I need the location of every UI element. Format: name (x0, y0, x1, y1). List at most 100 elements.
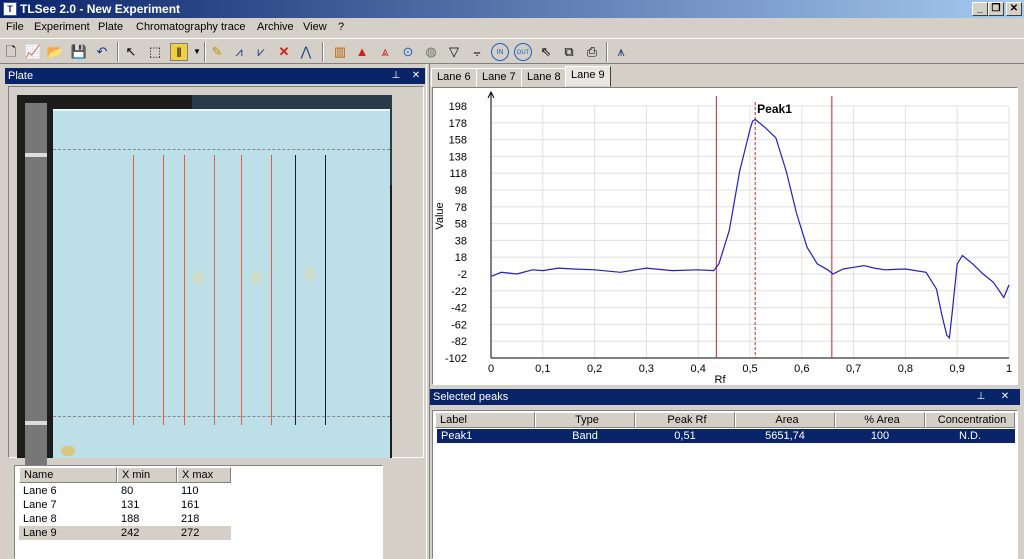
circle-icon[interactable]: ◍ (422, 43, 440, 61)
table-row[interactable]: Lane 8 (19, 512, 117, 526)
zoom-out-icon[interactable]: OUT (514, 43, 532, 61)
y-tick-label: 58 (455, 219, 467, 231)
close-window-button[interactable]: ✕ (1006, 2, 1022, 16)
table-cell[interactable]: 161 (177, 498, 231, 512)
vertical-splitter[interactable] (426, 64, 430, 559)
filter-icon[interactable]: ▽ (445, 43, 463, 61)
table-cell[interactable]: 110 (177, 484, 231, 498)
col-header-type[interactable]: Type (535, 412, 635, 428)
col-header-area[interactable]: Area (735, 412, 835, 428)
pointer-icon[interactable]: ⇖ (537, 43, 555, 61)
lane-boundary-selected[interactable] (325, 155, 326, 425)
table-cell[interactable]: 80 (117, 484, 177, 498)
col-header-xmax[interactable]: X max (177, 467, 231, 483)
table-row[interactable]: Lane 7 (19, 498, 117, 512)
col-header-xmin[interactable]: X min (117, 467, 177, 483)
tab-lane-9[interactable]: Lane 9 (565, 66, 611, 87)
toolbar: 🗋 📈 📂 💾 ↶ ↖ ⬚ ‖ ▼ ✎ ⩘ ⩗ ✕ ⋀ ▥ ▲ ⩓ ⊙ ◍ ▽ … (0, 38, 1024, 64)
zoom-icon[interactable]: ⊙ (399, 43, 417, 61)
print-icon[interactable]: ⎙ (583, 43, 601, 61)
x-tick-label: 1 (1006, 363, 1012, 375)
peaks-red-icon[interactable]: ⩓ (376, 43, 394, 61)
col-header-peak-rf[interactable]: Peak Rf (635, 412, 735, 428)
peak-shape-icon[interactable]: ⋀ (297, 43, 315, 61)
close-icon[interactable]: ✕ (409, 68, 423, 84)
pencil-icon[interactable]: ✎ (208, 43, 226, 61)
chart-icon[interactable]: 📈 (24, 43, 42, 61)
peak-pct-cell[interactable]: 100 (835, 429, 925, 443)
bottom-handle[interactable] (25, 421, 47, 425)
zoom-in-icon[interactable]: IN (491, 43, 509, 61)
title-bar: T TLSee 2.0 - New Experiment _ ❐ ✕ (0, 0, 1024, 18)
menu-archive[interactable]: Archive (257, 21, 294, 33)
close-icon[interactable]: ✕ (998, 389, 1012, 405)
tab-lane-7[interactable]: Lane 7 (476, 68, 522, 87)
lane-boundary[interactable] (163, 155, 164, 425)
peak-area-cell[interactable]: 5651,74 (735, 429, 835, 443)
lane-boundary[interactable] (133, 155, 134, 425)
menu-chromatography-trace[interactable]: Chromatography trace (136, 21, 245, 33)
peaks-panel-header: Selected peaks ⊥ ✕ (430, 389, 1020, 405)
copy-icon[interactable]: ⧉ (560, 43, 578, 61)
select-arrow-icon[interactable]: ↖ (122, 43, 140, 61)
plate-slider-track[interactable] (25, 103, 47, 466)
new-file-icon[interactable]: 🗋 (2, 43, 20, 61)
tab-lane-8[interactable]: Lane 8 (521, 68, 567, 87)
front-line[interactable] (53, 416, 390, 417)
y-tick-label: 38 (455, 235, 467, 247)
table-cell[interactable]: 218 (177, 512, 231, 526)
open-folder-icon[interactable]: 📂 (46, 43, 64, 61)
delete-icon[interactable]: ✕ (275, 43, 293, 61)
chart-svg[interactable]: 198 178 158 138 118 98 78 58 38 18 -2 -22 -42 -62 -82 -… (433, 88, 1017, 386)
table-cell[interactable]: 131 (117, 498, 177, 512)
spectrum-icon[interactable]: ⩚ (612, 43, 630, 61)
peak-right-icon[interactable]: ⩗ (252, 43, 270, 61)
restore-button[interactable]: ❐ (988, 2, 1004, 16)
chromatogram-chart[interactable]: 198 178 158 138 118 98 78 58 38 18 -2 -22 -42 -62 -82 -… (432, 87, 1018, 386)
tlc-plate (53, 109, 390, 458)
peak-conc-cell[interactable]: N.D. (925, 429, 1015, 443)
peak-rf-cell[interactable]: 0,51 (635, 429, 735, 443)
origin-line[interactable] (53, 149, 390, 150)
undo-icon[interactable]: ↶ (93, 43, 111, 61)
lane-boundary[interactable] (271, 155, 272, 425)
lane-boundary[interactable] (214, 155, 215, 425)
peak-red-icon[interactable]: ▲ (353, 43, 371, 61)
table-cell[interactable]: 188 (117, 512, 177, 526)
menu-plate[interactable]: Plate (98, 21, 123, 33)
table-row-selected[interactable]: Peak1 Band 0,51 5651,74 100 N.D. (437, 429, 1015, 443)
save-icon[interactable]: 💾 (70, 43, 88, 61)
pin-icon[interactable]: ⊥ (974, 389, 988, 405)
plate-image (17, 95, 392, 466)
bar-chart-icon[interactable]: ▥ (331, 43, 349, 61)
menu-file[interactable]: File (6, 21, 24, 33)
lanes-icon[interactable]: ‖ (170, 43, 188, 61)
peak-type-cell[interactable]: Band (535, 429, 635, 443)
col-header-label[interactable]: Label (435, 412, 535, 428)
pin-icon[interactable]: ⊥ (389, 68, 403, 84)
plate-view[interactable] (8, 86, 424, 466)
baseline-icon[interactable]: ⨪ (468, 43, 486, 61)
col-header-name[interactable]: Name (19, 467, 117, 483)
lane-boundary-selected[interactable] (295, 155, 296, 425)
minimize-button[interactable]: _ (972, 2, 988, 16)
y-tick-label: 18 (455, 252, 467, 264)
top-handle[interactable] (25, 153, 47, 157)
dropdown-icon[interactable]: ▼ (192, 43, 202, 61)
peak-left-icon[interactable]: ⩘ (230, 43, 248, 61)
menu-help[interactable]: ? (338, 21, 344, 33)
table-row-selected[interactable]: Lane 9 (19, 526, 117, 540)
peak-label-cell[interactable]: Peak1 (437, 429, 535, 443)
tab-lane-6[interactable]: Lane 6 (431, 68, 477, 87)
select-region-icon[interactable]: ⬚ (146, 43, 164, 61)
y-axis-label: Value (434, 202, 446, 229)
lane-boundary[interactable] (184, 155, 185, 425)
table-row[interactable]: Lane 6 (19, 484, 117, 498)
menu-view[interactable]: View (303, 21, 327, 33)
table-cell[interactable]: 272 (177, 526, 231, 540)
table-cell[interactable]: 242 (117, 526, 177, 540)
menu-experiment[interactable]: Experiment (34, 21, 90, 33)
col-header-concentration[interactable]: Concentration (925, 412, 1015, 428)
col-header-pct-area[interactable]: % Area (835, 412, 925, 428)
lane-boundary[interactable] (241, 155, 242, 425)
